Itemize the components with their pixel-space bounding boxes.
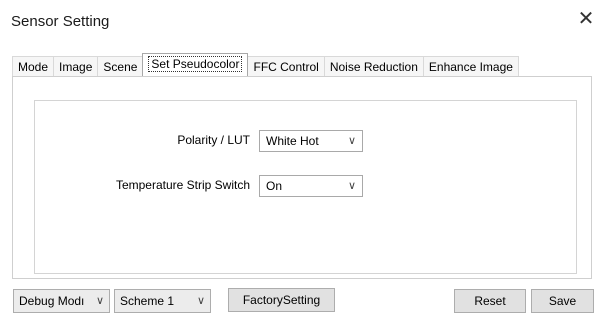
- scheme-select[interactable]: Scheme 1 ∨: [114, 289, 211, 313]
- pseudocolor-panel: Polarity / LUT White Hot ∨ Temperature S…: [12, 76, 592, 279]
- scheme-value: Scheme 1: [120, 294, 175, 308]
- chevron-down-icon: ∨: [347, 180, 356, 192]
- debug-mode-select[interactable]: Debug Modı ∨: [13, 289, 110, 313]
- chevron-down-icon: ∨: [194, 290, 205, 312]
- tab-set-pseudocolor-label: Set Pseudocolor: [148, 56, 243, 72]
- polarity-lut-value: White Hot: [266, 134, 319, 148]
- chevron-down-icon: ∨: [347, 135, 356, 147]
- tab-strip: Mode Image Scene Set Pseudocolor FFC Con…: [12, 53, 519, 76]
- tab-image[interactable]: Image: [53, 56, 99, 76]
- tab-scene[interactable]: Scene: [97, 56, 144, 76]
- temperature-strip-switch-label: Temperature Strip Switch: [115, 178, 250, 192]
- polarity-lut-label: Polarity / LUT: [177, 133, 250, 147]
- tab-set-pseudocolor[interactable]: Set Pseudocolor: [142, 53, 249, 76]
- reset-button[interactable]: Reset: [454, 289, 526, 313]
- polarity-lut-select[interactable]: White Hot ∨: [259, 130, 363, 152]
- temperature-strip-switch-value: On: [266, 179, 283, 193]
- sensor-setting-dialog: Sensor Setting ✕ Mode Image Scene Set Ps…: [0, 0, 603, 318]
- chevron-down-icon: ∨: [93, 290, 104, 312]
- window-title: Sensor Setting: [11, 13, 110, 30]
- temperature-strip-switch-select[interactable]: On ∨: [259, 175, 363, 197]
- close-icon[interactable]: ✕: [575, 8, 597, 30]
- footer-bar: Debug Modı ∨ Scheme 1 ∨ FactorySetting R…: [0, 284, 603, 318]
- debug-mode-value: Debug Modı: [19, 294, 85, 308]
- tab-ffc-control[interactable]: FFC Control: [247, 56, 325, 76]
- factory-setting-button[interactable]: FactorySetting: [228, 288, 335, 312]
- tab-enhance-image[interactable]: Enhance Image: [422, 56, 519, 76]
- tab-noise-reduction[interactable]: Noise Reduction: [323, 56, 424, 76]
- title-bar: Sensor Setting ✕: [0, 0, 603, 48]
- save-button[interactable]: Save: [531, 289, 594, 313]
- settings-group: Polarity / LUT White Hot ∨ Temperature S…: [34, 100, 577, 274]
- tab-mode[interactable]: Mode: [12, 56, 55, 76]
